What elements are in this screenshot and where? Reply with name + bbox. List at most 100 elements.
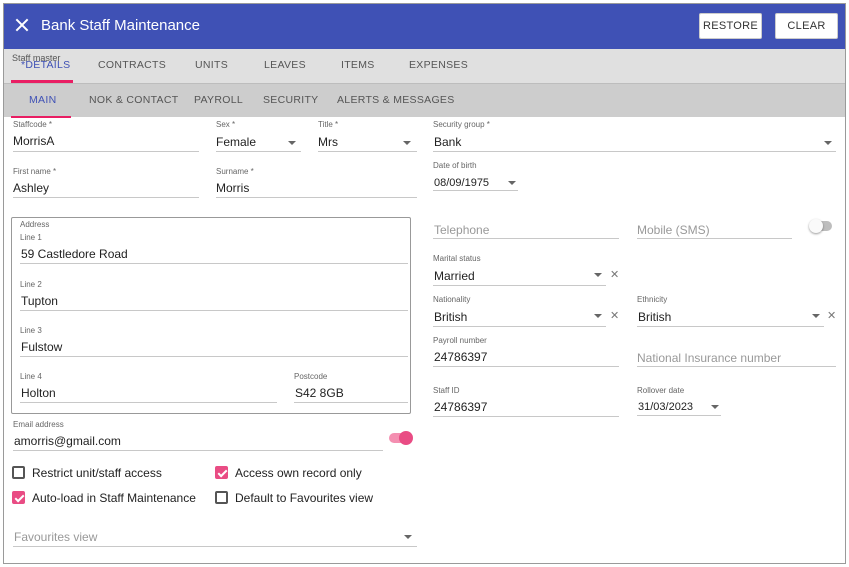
address-line4-label: Line 4	[20, 372, 42, 381]
address-line2-input[interactable]: Tupton	[21, 294, 58, 308]
close-icon[interactable]	[14, 17, 30, 33]
email-underline	[13, 450, 383, 451]
tab-main[interactable]: MAIN	[29, 94, 56, 106]
staff-id-input[interactable]: 24786397	[434, 400, 487, 414]
restore-button[interactable]: RESTORE	[699, 13, 762, 39]
tab-items[interactable]: ITEMS	[341, 59, 375, 71]
ni-number-input[interactable]: National Insurance number	[637, 351, 781, 365]
email-input[interactable]: amorris@gmail.com	[14, 434, 121, 448]
nationality-underline	[433, 326, 606, 327]
chevron-down-icon[interactable]	[404, 535, 412, 539]
toggle-knob	[809, 219, 823, 233]
chevron-down-icon[interactable]	[508, 181, 516, 185]
surname-underline	[216, 197, 417, 198]
title-label: Title *	[318, 120, 339, 129]
address-line2-underline	[20, 310, 408, 311]
restrict-access-label: Restrict unit/staff access	[32, 466, 162, 480]
chevron-down-icon[interactable]	[403, 141, 411, 145]
dob-label: Date of birth	[433, 161, 477, 170]
favourites-view-select[interactable]: Favourites view	[14, 530, 97, 544]
active-subtab-indicator	[11, 116, 71, 118]
app-header: Bank Staff Maintenance RESTORE CLEAR	[4, 4, 845, 49]
ethnicity-label: Ethnicity	[637, 295, 668, 304]
address-line3-input[interactable]: Fulstow	[21, 340, 62, 354]
first-name-underline	[13, 197, 199, 198]
chevron-down-icon[interactable]	[288, 141, 296, 145]
address-line4-underline	[20, 402, 277, 403]
postcode-input[interactable]: S42 8GB	[295, 386, 344, 400]
postcode-label: Postcode	[294, 372, 328, 381]
tab-contracts[interactable]: CONTRACTS	[98, 59, 166, 71]
first-name-label: First name *	[13, 167, 57, 176]
ethnicity-underline	[637, 326, 824, 327]
default-favourites-checkbox[interactable]	[215, 491, 228, 504]
primary-tabs: Staff master *DETAILS CONTRACTS UNITS LE…	[4, 49, 845, 83]
mobile-sms-toggle[interactable]	[809, 219, 832, 233]
own-record-checkbox[interactable]	[215, 466, 228, 479]
restrict-access-checkbox[interactable]	[12, 466, 25, 479]
staffcode-label: Staffcode *	[13, 120, 52, 129]
dob-select[interactable]: 08/09/1975	[434, 177, 489, 189]
rollover-label: Rollover date	[637, 386, 685, 395]
rollover-date-select[interactable]: 31/03/2023	[638, 401, 693, 413]
chevron-down-icon[interactable]	[594, 314, 602, 318]
address-line1-input[interactable]: 59 Castledore Road	[21, 247, 128, 261]
first-name-input[interactable]: Ashley	[13, 181, 49, 195]
clear-icon[interactable]: ✕	[610, 309, 619, 322]
address-line4-input[interactable]: Holton	[21, 386, 56, 400]
favourites-underline	[13, 546, 417, 547]
tab-security[interactable]: SECURITY	[263, 94, 319, 106]
address-legend: Address	[20, 220, 50, 229]
auto-load-checkbox[interactable]	[12, 491, 25, 504]
clear-icon[interactable]: ✕	[610, 268, 619, 281]
postcode-underline	[294, 402, 408, 403]
staffcode-input[interactable]: MorrisA	[13, 134, 54, 148]
clear-icon[interactable]: ✕	[827, 309, 836, 322]
address-line1-label: Line 1	[20, 233, 42, 242]
address-line2-label: Line 2	[20, 280, 42, 289]
tab-expenses[interactable]: EXPENSES	[409, 59, 468, 71]
security-group-underline	[433, 151, 836, 152]
surname-label: Surname *	[216, 167, 254, 176]
marital-label: Marital status	[433, 254, 481, 263]
chevron-down-icon[interactable]	[812, 314, 820, 318]
sex-select[interactable]: Female	[216, 135, 256, 149]
security-group-select[interactable]: Bank	[434, 135, 461, 149]
title-select[interactable]: Mrs	[318, 135, 338, 149]
title-underline	[318, 151, 417, 152]
ethnicity-select[interactable]: British	[638, 310, 671, 324]
surname-input[interactable]: Morris	[216, 181, 249, 195]
mobile-input[interactable]: Mobile (SMS)	[637, 223, 710, 237]
nationality-label: Nationality	[433, 295, 471, 304]
own-record-label: Access own record only	[235, 466, 362, 480]
address-line3-underline	[20, 356, 408, 357]
clear-button[interactable]: CLEAR	[775, 13, 838, 39]
default-favourites-label: Default to Favourites view	[235, 491, 374, 505]
tab-nok-contact[interactable]: NOK & CONTACT	[89, 94, 178, 106]
tab-units[interactable]: UNITS	[195, 59, 228, 71]
sex-label: Sex *	[216, 120, 236, 129]
email-toggle[interactable]	[389, 431, 413, 445]
secondary-tabs: MAIN NOK & CONTACT PAYROLL SECURITY ALER…	[4, 83, 845, 118]
nationality-select[interactable]: British	[434, 310, 467, 324]
chevron-down-icon[interactable]	[711, 405, 719, 409]
telephone-input[interactable]: Telephone	[434, 223, 489, 237]
marital-select[interactable]: Married	[434, 269, 475, 283]
chevron-down-icon[interactable]	[594, 273, 602, 277]
address-line1-underline	[20, 263, 408, 264]
tab-payroll[interactable]: PAYROLL	[194, 94, 243, 106]
tab-details[interactable]: *DETAILS	[21, 59, 70, 71]
payroll-input[interactable]: 24786397	[434, 350, 487, 364]
dob-underline	[433, 190, 518, 191]
sex-underline	[216, 151, 301, 152]
tab-alerts-messages[interactable]: ALERTS & MESSAGES	[337, 94, 455, 106]
app-window: Bank Staff Maintenance RESTORE CLEAR Sta…	[3, 3, 846, 564]
payroll-underline	[433, 366, 619, 367]
page-title: Bank Staff Maintenance	[41, 17, 200, 34]
chevron-down-icon[interactable]	[824, 141, 832, 145]
tab-leaves[interactable]: LEAVES	[264, 59, 306, 71]
security-group-label: Security group *	[433, 120, 490, 129]
payroll-label: Payroll number	[433, 336, 487, 345]
marital-underline	[433, 285, 606, 286]
staff-id-underline	[433, 416, 619, 417]
